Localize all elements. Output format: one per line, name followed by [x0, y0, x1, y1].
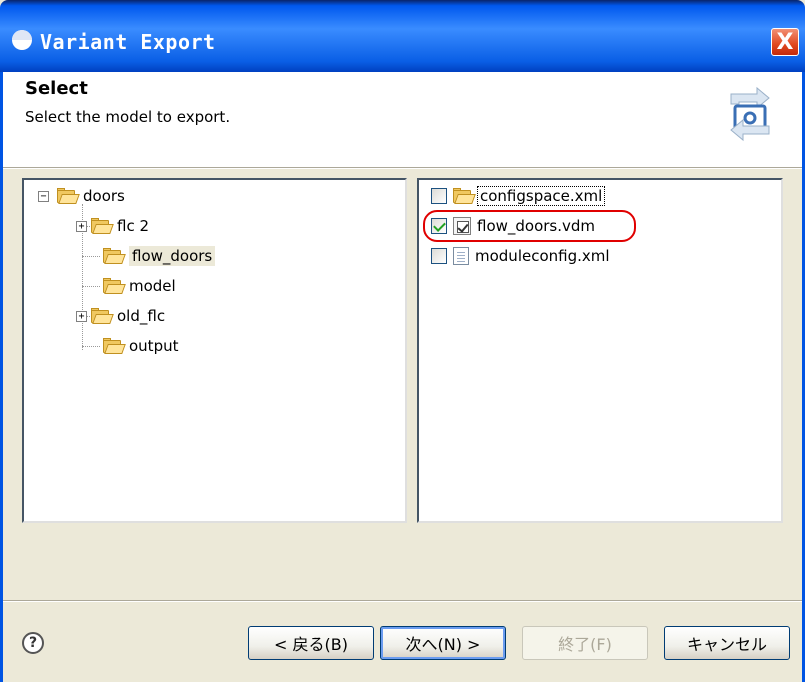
window-icon	[12, 30, 32, 50]
tree-connector	[82, 286, 100, 287]
folder-icon	[103, 278, 126, 294]
next-button[interactable]: 次へ(N) >	[380, 626, 506, 660]
back-button[interactable]: < 戻る(B)	[248, 626, 374, 660]
tree-item-old-flc[interactable]: + old_flc	[76, 304, 165, 328]
tree-item-label: output	[129, 337, 179, 355]
file-checkbox[interactable]	[431, 188, 447, 204]
file-label: moduleconfig.xml	[475, 247, 610, 265]
export-wizard-icon	[721, 82, 779, 146]
xml-file-icon	[453, 247, 469, 265]
tree-connector	[82, 256, 100, 257]
tree-connector	[82, 346, 100, 347]
help-icon[interactable]: ?	[22, 632, 44, 654]
window-frame-left	[0, 167, 3, 682]
close-button[interactable]: X	[771, 28, 799, 56]
file-checkbox[interactable]	[431, 248, 447, 264]
folder-icon	[91, 218, 114, 234]
tree-item-output[interactable]: output	[100, 334, 178, 358]
button-bar-separator	[3, 600, 802, 602]
expand-toggle[interactable]: +	[76, 220, 87, 232]
highlight-annotation	[423, 210, 636, 242]
tree-item-label: old_flc	[117, 307, 166, 325]
tree-item-label: doors	[83, 187, 125, 205]
finish-button[interactable]: 終了(F)	[522, 626, 648, 660]
folder-icon	[91, 308, 114, 324]
folder-icon	[103, 248, 126, 264]
page-title: Select	[25, 78, 88, 99]
tree-item-label: flc 2	[117, 217, 150, 235]
file-item-moduleconfig[interactable]: moduleconfig.xml	[431, 244, 610, 268]
header-separator	[3, 167, 802, 169]
folder-icon	[103, 338, 126, 354]
tree-item-doors[interactable]: − doors	[38, 184, 125, 208]
title-bar[interactable]: Variant Export X	[0, 0, 805, 72]
file-label: configspace.xml	[477, 186, 606, 206]
collapse-toggle[interactable]: −	[38, 190, 49, 202]
window-title: Variant Export	[40, 30, 216, 54]
tree-item-label: model	[129, 277, 176, 295]
file-item-configspace[interactable]: configspace.xml	[431, 184, 606, 208]
tree-item-label: flow_doors	[129, 246, 216, 266]
folder-tree-panel[interactable]: − doors + flc 2 flow_doors model + old_f…	[22, 178, 407, 523]
cancel-button[interactable]: キャンセル	[664, 626, 790, 660]
folder-icon	[453, 188, 476, 204]
tree-item-model[interactable]: model	[100, 274, 176, 298]
open-folder-icon	[57, 188, 80, 204]
page-description: Select the model to export.	[25, 108, 231, 126]
tree-item-flow-doors[interactable]: flow_doors	[100, 244, 216, 268]
expand-toggle[interactable]: +	[76, 310, 87, 322]
tree-item-flc-2[interactable]: + flc 2	[76, 214, 149, 238]
wizard-header: Select Select the model to export.	[0, 72, 805, 167]
